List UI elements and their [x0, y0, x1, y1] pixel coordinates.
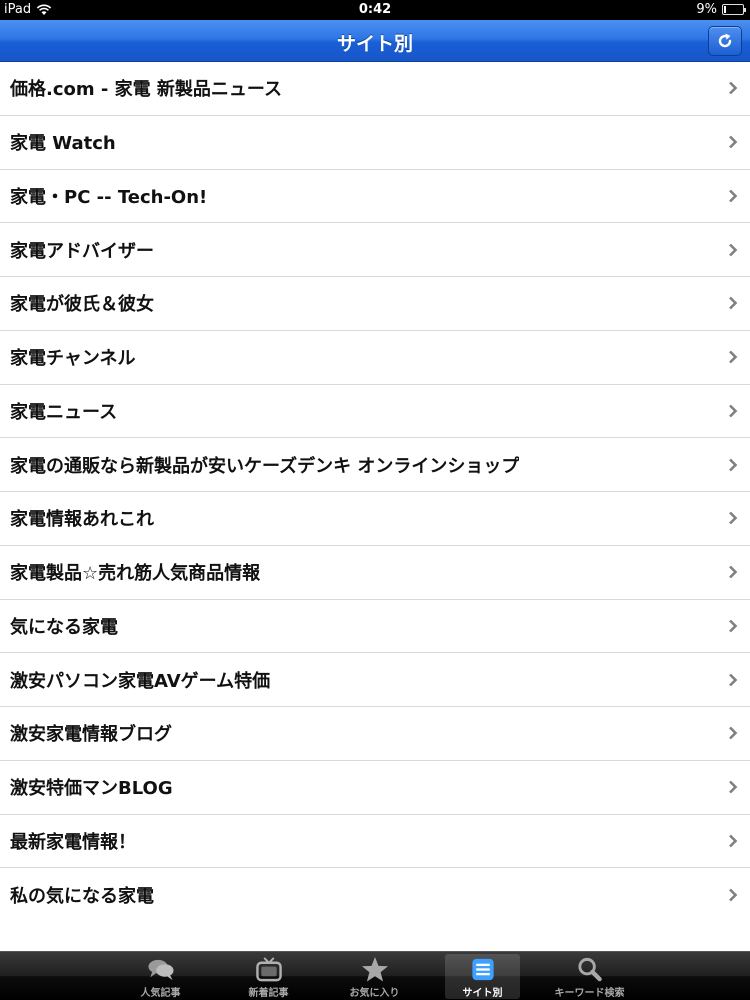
chevron-right-icon	[729, 350, 738, 364]
list-item[interactable]: 家電ニュース	[0, 384, 750, 439]
list-item[interactable]: 気になる家電	[0, 599, 750, 654]
chevron-right-icon	[729, 834, 738, 848]
chevron-right-icon	[729, 243, 738, 257]
list-item[interactable]: 激安家電情報ブログ	[0, 707, 750, 761]
list-item[interactable]: 家電アドバイザー	[0, 223, 750, 277]
list-item[interactable]: 家電の通販なら新製品が安いケーズデンキ オンラインショップ	[0, 438, 750, 492]
navigation-bar: サイト別	[0, 20, 750, 62]
list-item-label: 気になる家電	[10, 616, 118, 638]
chevron-right-icon	[729, 511, 738, 525]
list-item[interactable]: 家電・PC -- Tech-On!	[0, 169, 750, 224]
tab-favorites[interactable]: お気に入り	[337, 954, 412, 999]
chevron-right-icon	[729, 189, 738, 203]
list-item[interactable]: 激安特価マンBLOG	[0, 760, 750, 815]
refresh-icon	[718, 33, 732, 48]
chat-bubbles-icon	[147, 959, 174, 981]
list-item[interactable]: 家電製品☆売れ筋人気商品情報	[0, 545, 750, 600]
list-item[interactable]: 最新家電情報！	[0, 814, 750, 869]
tab-label: お気に入り	[349, 988, 400, 999]
chevron-right-icon	[729, 458, 738, 472]
list-icon	[471, 958, 494, 981]
tab-bar: 人気記事 新着記事 お気に入り サイト別 キーワード検索	[0, 951, 750, 1000]
list-item-label: 家電ニュース	[10, 401, 118, 423]
list-item-label: 価格.com - 家電 新製品ニュース	[10, 79, 282, 101]
chevron-right-icon	[729, 673, 738, 687]
list-item[interactable]: 私の気になる家電	[0, 868, 750, 922]
tab-popular-articles[interactable]: 人気記事	[123, 954, 198, 999]
list-item[interactable]: 家電情報あれこれ	[0, 492, 750, 546]
list-item[interactable]: 価格.com - 家電 新製品ニュース	[0, 62, 750, 116]
list-item-label: 激安特価マンBLOG	[10, 778, 173, 800]
list-item-label: 家電アドバイザー	[10, 240, 154, 262]
chevron-right-icon	[729, 81, 738, 95]
refresh-button[interactable]	[708, 26, 742, 56]
chevron-right-icon	[729, 888, 738, 902]
chevron-right-icon	[729, 780, 738, 794]
tab-label: 新着記事	[248, 988, 289, 999]
list-item-label: 家電チャンネル	[10, 348, 136, 370]
tab-new-articles[interactable]: 新着記事	[231, 954, 306, 999]
tab-by-site[interactable]: サイト別	[445, 954, 520, 999]
list-item-label: 家電情報あれこれ	[10, 509, 154, 531]
list-item-label: 最新家電情報！	[10, 831, 136, 853]
list-item[interactable]: 家電 Watch	[0, 115, 750, 170]
tab-keyword-search[interactable]: キーワード検索	[552, 954, 627, 999]
list-item-label: 家電が彼氏＆彼女	[10, 294, 154, 316]
chevron-right-icon	[729, 619, 738, 633]
tv-icon	[255, 957, 282, 982]
battery-level	[724, 6, 726, 13]
search-icon	[577, 957, 602, 982]
status-bar: iPad 0:42 9%	[0, 0, 750, 20]
list-item-label: 家電製品☆売れ筋人気商品情報	[10, 563, 261, 585]
chevron-right-icon	[729, 565, 738, 579]
chevron-right-icon	[729, 726, 738, 740]
battery-percent: 9%	[696, 2, 717, 17]
list-item-label: 家電 Watch	[10, 133, 116, 155]
site-list: 価格.com - 家電 新製品ニュース 家電 Watch 家電・PC -- Te…	[0, 62, 750, 922]
list-item[interactable]: 家電が彼氏＆彼女	[0, 277, 750, 331]
tab-label: キーワード検索	[554, 988, 625, 999]
list-item-label: 私の気になる家電	[10, 886, 154, 908]
list-item-label: 激安家電情報ブログ	[10, 724, 172, 746]
list-item[interactable]: 激安パソコン家電AVゲーム特価	[0, 653, 750, 707]
chevron-right-icon	[729, 404, 738, 418]
list-item-label: 激安パソコン家電AVゲーム特価	[10, 670, 271, 692]
tab-label: 人気記事	[140, 988, 181, 999]
status-time: 0:42	[358, 2, 392, 17]
chevron-right-icon	[729, 296, 738, 310]
battery-icon	[722, 4, 746, 15]
list-item[interactable]: 家電チャンネル	[0, 330, 750, 385]
tab-label: サイト別	[462, 988, 503, 999]
chevron-right-icon	[729, 135, 738, 149]
list-item-label: 家電・PC -- Tech-On!	[10, 186, 208, 208]
page-title: サイト別	[336, 33, 413, 55]
list-item-label: 家電の通販なら新製品が安いケーズデンキ オンラインショップ	[10, 455, 520, 477]
star-icon	[361, 956, 388, 982]
